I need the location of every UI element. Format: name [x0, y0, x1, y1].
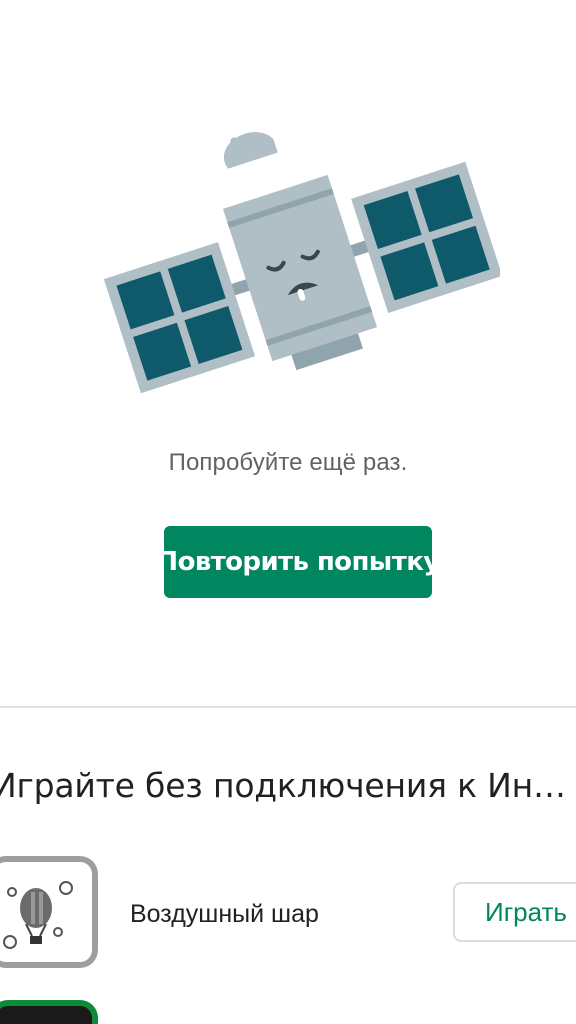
error-message: Попробуйте ещё раз.	[168, 449, 408, 476]
game-icon[interactable]	[0, 1000, 98, 1024]
sleeping-satellite-icon	[103, 132, 500, 394]
retry-button[interactable]: Повторить попытку	[164, 526, 432, 598]
play-button[interactable]: Играть	[453, 882, 576, 942]
hot-air-balloon-icon[interactable]	[0, 856, 98, 968]
list-item[interactable]: Воздушный шар Играть	[0, 856, 576, 972]
section-divider	[0, 706, 576, 708]
offline-games-heading: Играйте без подключения к Инте...	[0, 766, 576, 805]
game-title: Воздушный шар	[130, 900, 319, 928]
error-page: Попробуйте ещё раз. Повторить попытку Иг…	[0, 0, 576, 1024]
